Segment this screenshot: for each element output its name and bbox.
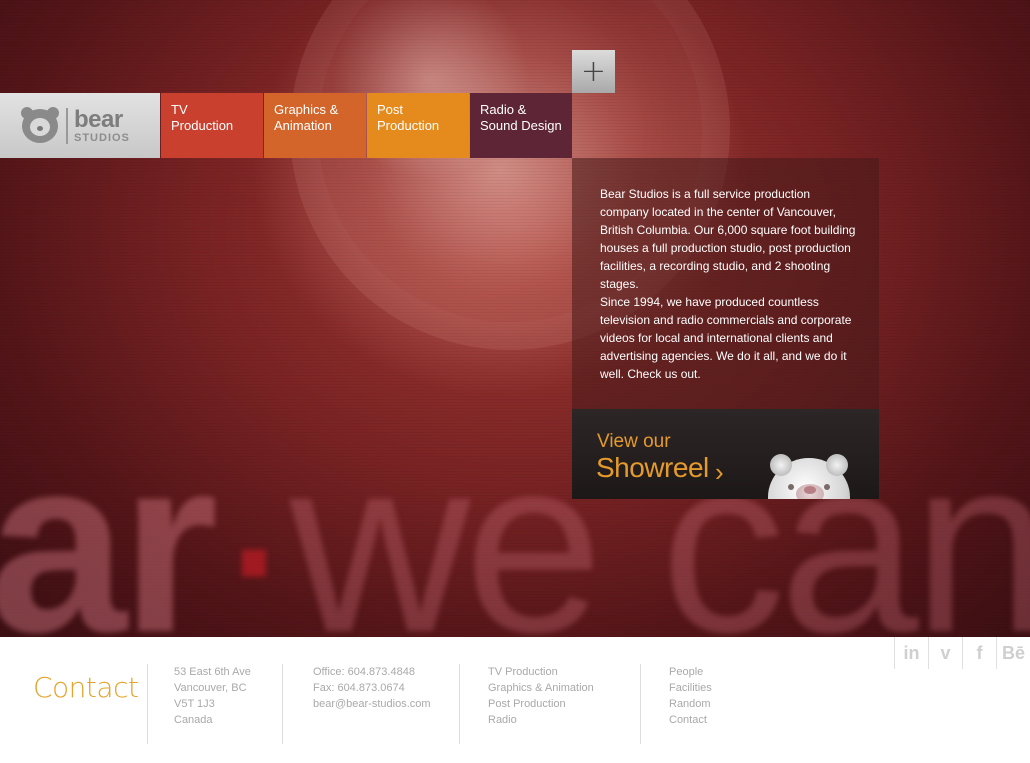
facebook-icon[interactable]: f	[962, 637, 996, 669]
pages-column: People Facilities Random Contact	[640, 664, 712, 744]
footer-link-post-production[interactable]: Post Production	[488, 696, 594, 712]
vimeo-icon[interactable]: v	[928, 637, 962, 669]
contact-heading: Contact	[33, 671, 139, 704]
plus-icon: +	[580, 53, 607, 89]
nav-radio-sound-design[interactable]: Radio & Sound Design	[470, 93, 572, 158]
about-paragraph-2: Since 1994, we have produced countless t…	[600, 295, 852, 381]
bear-logo-icon	[21, 106, 59, 143]
footer-link-radio[interactable]: Radio	[488, 712, 594, 728]
bear-mascot-icon	[768, 454, 850, 499]
chevron-right-icon: ›	[715, 457, 724, 487]
behance-icon[interactable]: Bē	[996, 637, 1030, 669]
footer-link-graphics-animation[interactable]: Graphics & Animation	[488, 680, 594, 696]
footer-link-contact[interactable]: Contact	[669, 712, 712, 728]
linkedin-icon[interactable]: in	[894, 637, 928, 669]
site-logo[interactable]: bear STUDIOS	[0, 93, 160, 158]
nav-graphics-animation[interactable]: Graphics & Animation	[264, 93, 366, 158]
logo-subtitle: STUDIOS	[74, 131, 130, 144]
footer: Contact 53 East 6th Ave Vancouver, BC V5…	[0, 637, 1030, 763]
footer-link-tv-production[interactable]: TV Production	[488, 664, 594, 680]
email-link[interactable]: bear@bear-studios.com	[313, 696, 431, 712]
showreel-line1: View our	[597, 431, 671, 452]
logo-wordmark: bear	[74, 105, 123, 133]
nav-post-production[interactable]: Post Production	[367, 93, 469, 158]
showreel-line2: Showreel	[596, 452, 709, 483]
footer-link-people[interactable]: People	[669, 664, 712, 680]
address-column: 53 East 6th Ave Vancouver, BC V5T 1J3 Ca…	[147, 664, 251, 744]
services-column: TV Production Graphics & Animation Post …	[459, 664, 594, 744]
expand-plus-button[interactable]: +	[572, 50, 615, 93]
about-paragraph-1: Bear Studios is a full service productio…	[600, 187, 856, 291]
about-panel: Bear Studios is a full service productio…	[572, 158, 879, 409]
showreel-button[interactable]: View our Showreel ›	[572, 409, 879, 499]
footer-link-facilities[interactable]: Facilities	[669, 680, 712, 696]
footer-link-random[interactable]: Random	[669, 696, 712, 712]
social-links: in v f Bē	[894, 637, 1030, 669]
nav-tv-production[interactable]: TV Production	[161, 93, 263, 158]
phone-column: Office: 604.873.4848 Fax: 604.873.0674 b…	[282, 664, 431, 744]
